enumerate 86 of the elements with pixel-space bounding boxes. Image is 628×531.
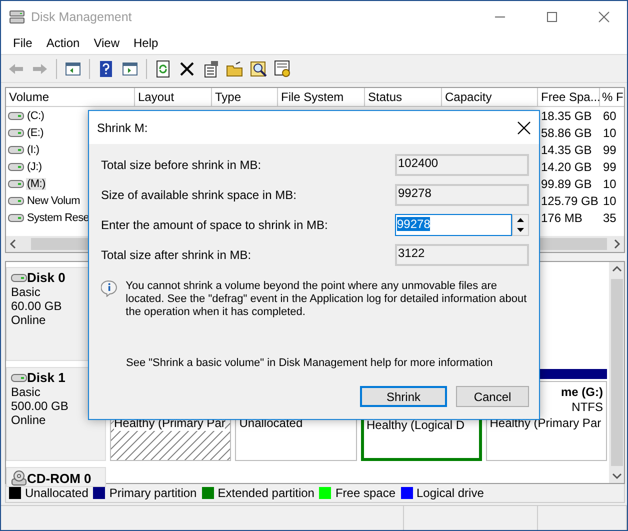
partition-title: me (G:) — [561, 385, 603, 400]
shrink-amount-field[interactable]: 99278 — [395, 214, 512, 236]
drive-icon — [8, 178, 24, 188]
disk-detail: Basic — [11, 385, 42, 399]
disk-label-panel[interactable]: Disk 1 Basic 500.00 GB Online — [6, 367, 106, 461]
up-arrow-icon[interactable] — [517, 218, 524, 222]
partition-file-system: NTFS — [572, 400, 603, 415]
disk-name: CD-ROM 0 — [27, 470, 92, 486]
drive-icon — [8, 212, 24, 222]
readonly-field: 3122 — [395, 244, 529, 266]
free-space-cell-text: 99.89 GB — [540, 176, 593, 190]
help-text: See "Shrink a basic volume" in Disk Management help for more information — [126, 357, 494, 369]
field-label: Enter the amount of space to shrink in MB: — [101, 218, 328, 232]
column-header[interactable]: Free Spa... — [538, 88, 600, 107]
legend-label: Extended partition — [218, 486, 314, 500]
drive-icon — [8, 144, 24, 154]
legend-label: Primary partition — [109, 486, 197, 500]
legend-label: Logical drive — [416, 486, 484, 500]
disk-detail: 500.00 GB — [11, 399, 70, 413]
disk-detail: Online — [11, 413, 47, 427]
free-space-cell-text: 18.35 GB — [540, 108, 593, 122]
menu-item[interactable]: Action — [39, 36, 87, 50]
drive-icon — [11, 372, 27, 382]
cd-drive-icon — [11, 470, 27, 486]
menu-item[interactable]: Help — [126, 36, 166, 50]
legend-label: Free space — [335, 486, 396, 500]
drive-icon — [8, 110, 24, 120]
drive-icon — [8, 128, 24, 138]
percent-free-cell-text: 60 — [602, 108, 618, 122]
column-header[interactable]: Capacity — [442, 88, 538, 107]
legend-label: Unallocated — [25, 486, 88, 500]
column-header[interactable]: Type — [212, 88, 278, 107]
percent-free-cell-text: 35 — [602, 210, 618, 224]
drive-icon — [11, 272, 27, 282]
readonly-field: 99278 — [395, 184, 529, 206]
free-space-cell-text: 125.79 GB — [540, 194, 600, 208]
dialog-button[interactable]: Cancel — [456, 386, 529, 407]
free-space-cell-text: 14.20 GB — [540, 160, 593, 174]
chevron-up-icon[interactable] — [612, 265, 622, 273]
chevron-right-icon[interactable] — [613, 239, 621, 249]
percent-free-cell-text: 10 — [602, 194, 618, 208]
disk-detail: Online — [11, 313, 47, 327]
disk-label-panel[interactable]: CD-ROM 0 — [6, 467, 106, 487]
disk-name: Disk 1 — [27, 370, 66, 385]
chevron-down-icon[interactable] — [612, 472, 622, 480]
percent-free-cell-text: 99 — [602, 160, 618, 174]
column-header[interactable]: File System — [278, 88, 365, 107]
drive-icon — [8, 162, 24, 172]
drive-label[interactable]: (E:) — [26, 126, 45, 138]
column-header[interactable]: % F — [600, 88, 624, 107]
chevron-left-icon[interactable] — [9, 239, 17, 249]
dialog-title: Shrink M: — [97, 120, 148, 134]
info-text: You cannot shrink a volume beyond the point where any unmovable files are located. See the "defrag" event in the Application log for detailed information about the operation when it has completed. — [126, 280, 528, 319]
disk-detail: 60.00 GB — [11, 299, 63, 313]
drive-icon — [8, 196, 24, 206]
app-icon — [9, 8, 25, 24]
field-label: Total size before shrink in MB: — [101, 158, 262, 172]
menu-item[interactable]: File — [6, 36, 40, 50]
field-label: Size of available shrink space in MB: — [101, 188, 296, 202]
vertical-scrollbar[interactable] — [609, 262, 624, 483]
free-space-cell-text: 14.35 GB — [540, 142, 593, 156]
column-header[interactable]: Layout — [135, 88, 212, 107]
percent-free-cell-text: 99 — [602, 142, 618, 156]
disk-detail: Basic — [11, 285, 42, 299]
column-header[interactable]: Volume — [6, 88, 135, 107]
menu-item[interactable]: View — [86, 36, 126, 50]
field-label: Total size after shrink in MB: — [101, 248, 252, 262]
drive-label[interactable]: System Rese — [26, 212, 90, 224]
dialog-button[interactable]: Shrink — [360, 386, 447, 407]
drive-label[interactable]: New Volum — [26, 194, 81, 206]
drive-label[interactable]: (I:) — [26, 144, 40, 156]
drive-label[interactable]: (C:) — [26, 110, 46, 122]
maximize-icon[interactable] — [546, 10, 558, 22]
close-icon[interactable] — [517, 120, 531, 134]
down-arrow-icon[interactable] — [517, 228, 524, 232]
drive-label[interactable]: (J:) — [26, 160, 43, 172]
drive-label[interactable]: (M:) — [26, 178, 46, 190]
percent-free-cell-text: 10 — [602, 176, 618, 190]
free-space-cell-text: 176 MB — [540, 210, 584, 224]
window-title: Disk Management — [31, 10, 133, 24]
free-space-cell-text: 58.86 GB — [540, 126, 593, 140]
disk-name: Disk 0 — [27, 270, 66, 285]
readonly-field: 102400 — [395, 154, 529, 176]
percent-free-cell-text: 10 — [602, 126, 618, 140]
column-header[interactable]: Status — [365, 88, 442, 107]
info-icon — [101, 280, 118, 297]
